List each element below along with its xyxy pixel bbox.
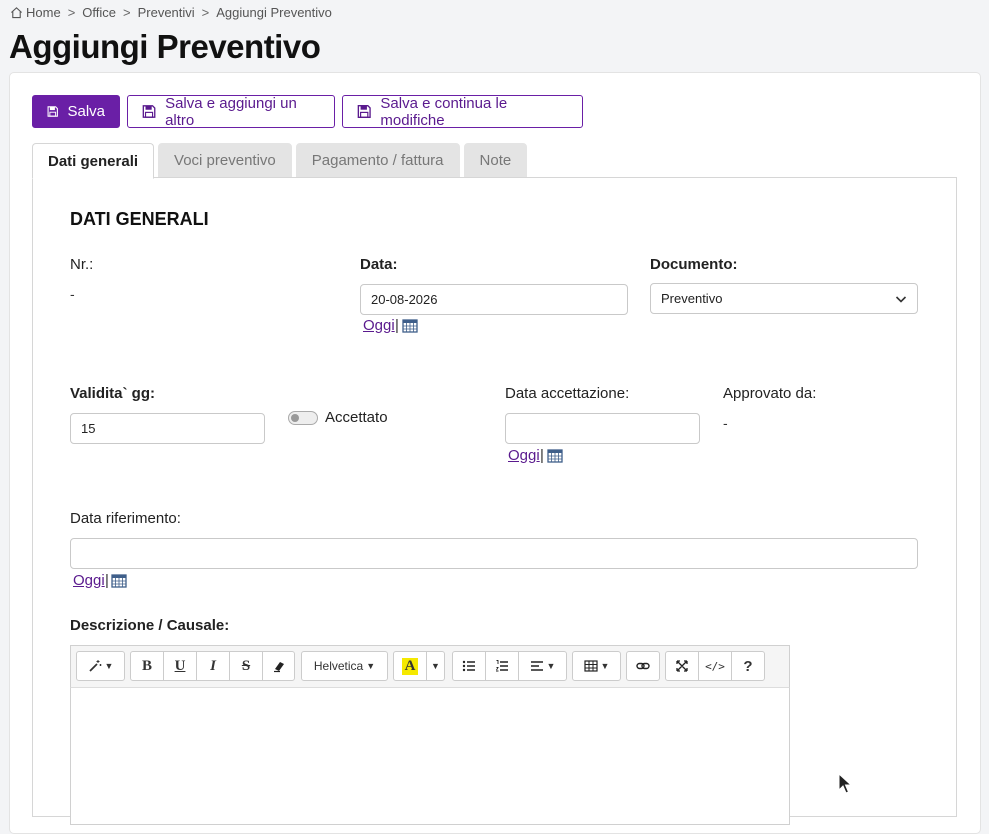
toolbar-group-insert [626, 651, 660, 683]
link-button[interactable] [626, 651, 660, 681]
data-riferimento-oggi-link[interactable]: Oggi [73, 572, 105, 589]
breadcrumb-current: Aggiungi Preventivo [216, 5, 332, 20]
underline-button[interactable]: U [163, 651, 197, 681]
caret-icon: ▼ [546, 661, 556, 671]
validita-input[interactable]: 15 [70, 413, 265, 444]
save-continue-button[interactable]: Salva e continua le modifiche [342, 94, 583, 129]
validita-label: Validita` gg: [70, 385, 156, 402]
section-title: DATI GENERALI [70, 209, 209, 229]
floppy-icon [357, 104, 371, 119]
nr-value: - [70, 286, 75, 302]
eraser-icon [273, 662, 284, 673]
breadcrumb-separator: > [201, 5, 210, 20]
save-add-another-button[interactable]: Salva e aggiungi un altro [127, 94, 335, 129]
separator: | [105, 572, 109, 589]
breadcrumb-office[interactable]: Office [82, 5, 116, 20]
data-accettazione-input[interactable] [505, 413, 700, 444]
tab-dati-generali[interactable]: Dati generali [32, 143, 155, 179]
data-riferimento-input[interactable] [70, 538, 918, 569]
magic-style-button[interactable]: ▼ [76, 651, 125, 681]
data-input-value: 20-08-2026 [371, 292, 438, 307]
link-icon [636, 662, 650, 670]
eraser-button[interactable] [262, 651, 295, 681]
calendar-icon[interactable] [402, 318, 418, 333]
font-family-dropdown[interactable]: Helvetica ▼ [301, 651, 388, 681]
accettato-label: Accettato [325, 409, 388, 426]
home-icon [11, 7, 22, 19]
numbered-list-icon [496, 660, 508, 672]
floppy-icon [47, 106, 58, 117]
table-dropdown[interactable]: ▼ [572, 651, 621, 681]
align-dropdown[interactable]: ▼ [518, 651, 567, 681]
fullscreen-button[interactable] [665, 651, 699, 681]
breadcrumb-separator: > [123, 5, 131, 20]
documento-selected-value: Preventivo [661, 291, 723, 306]
validita-input-value: 15 [81, 421, 96, 436]
floppy-icon [142, 105, 156, 118]
chevron-down-icon [895, 296, 907, 303]
data-input[interactable]: 20-08-2026 [360, 284, 628, 315]
data-accettazione-oggi-link[interactable]: Oggi [508, 447, 540, 464]
text-color-button[interactable]: A [393, 651, 427, 681]
text-color-dropdown[interactable]: ▼ [426, 651, 445, 681]
toolbar-group-style: ▼ [76, 651, 125, 683]
data-label: Data: [360, 256, 398, 273]
documento-label: Documento: [650, 256, 738, 273]
data-accettazione-label: Data accettazione: [505, 385, 630, 402]
bold-button[interactable]: B [130, 651, 164, 681]
tab-pagamento-fattura[interactable]: Pagamento / fattura [295, 143, 460, 178]
toolbar-group-view: </> ? [665, 651, 765, 683]
save-label: Salva [67, 103, 105, 120]
documento-select[interactable]: Preventivo [650, 283, 918, 314]
accettato-toggle[interactable] [288, 411, 318, 425]
separator: | [395, 317, 399, 334]
calendar-icon[interactable] [547, 448, 563, 463]
caret-icon: ▼ [600, 661, 610, 671]
descrizione-label: Descrizione / Causale: [70, 617, 230, 634]
tab-note[interactable]: Note [463, 143, 528, 178]
breadcrumb-separator: > [67, 5, 76, 20]
caret-icon: ▼ [366, 661, 376, 671]
approvato-label: Approvato da: [723, 385, 817, 402]
caret-icon: ▼ [431, 661, 440, 671]
font-family-value: Helvetica [313, 659, 364, 673]
magic-wand-icon [88, 660, 102, 672]
approvato-value: - [723, 415, 728, 431]
save-continue-label: Salva e continua le modifiche [380, 94, 508, 129]
data-riferimento-label: Data riferimento: [70, 510, 181, 527]
breadcrumb: Home > Office > Preventivi > Aggiungi Pr… [10, 5, 332, 20]
calendar-icon[interactable] [111, 573, 127, 588]
toolbar-group-color: A ▼ [393, 651, 445, 683]
data-oggi-link[interactable]: Oggi [363, 317, 395, 334]
code-view-button[interactable]: </> [698, 651, 732, 681]
save-add-another-label: Salva e aggiungi un altro [165, 94, 297, 129]
breadcrumb-home[interactable]: Home [26, 5, 61, 20]
tab-bar: Dati generali Voci preventivo Pagamento … [32, 143, 531, 179]
toggle-knob [291, 414, 299, 422]
toolbar-group-paragraph: ▼ [452, 651, 567, 683]
toolbar-group-font: Helvetica ▼ [301, 651, 388, 683]
bullet-list-icon [462, 660, 475, 672]
expand-icon [676, 660, 688, 672]
help-button[interactable]: ? [731, 651, 765, 681]
toolbar-group-format: B U I S [130, 651, 295, 683]
breadcrumb-preventivi[interactable]: Preventivi [138, 5, 195, 20]
tab-voci-preventivo[interactable]: Voci preventivo [158, 143, 292, 178]
table-icon [583, 660, 598, 672]
nr-label: Nr.: [70, 256, 94, 273]
mouse-cursor-icon [838, 773, 852, 794]
italic-button[interactable]: I [196, 651, 230, 681]
save-button[interactable]: Salva [32, 95, 120, 128]
ordered-list-button[interactable] [485, 651, 519, 681]
toolbar-group-table: ▼ [572, 651, 621, 683]
strikethrough-button[interactable]: S [229, 651, 263, 681]
caret-icon: ▼ [104, 661, 114, 671]
text-color-icon: A [401, 657, 419, 675]
page-title: Aggiungi Preventivo [9, 28, 321, 65]
align-left-icon [530, 661, 543, 671]
unordered-list-button[interactable] [452, 651, 486, 681]
separator: | [540, 447, 544, 464]
